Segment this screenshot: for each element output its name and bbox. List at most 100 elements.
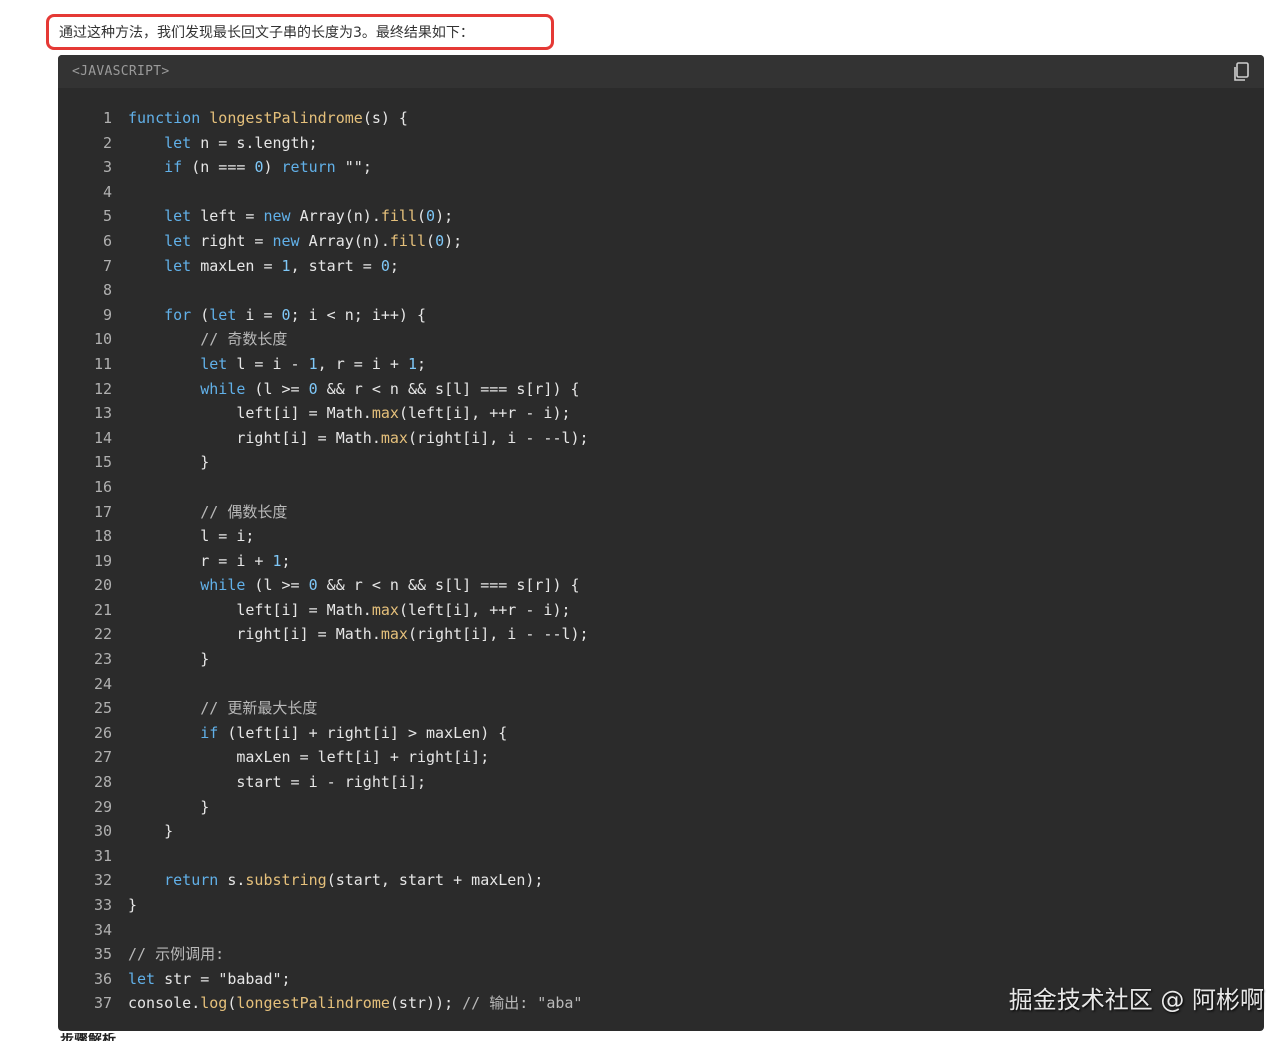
code-block: <JAVASCRIPT> 1 function longestPalindrome… — [58, 55, 1264, 1031]
code-line: 30 } — [58, 819, 1264, 844]
code-line: 3 if (n === 0) return ""; — [58, 155, 1264, 180]
code-line: 18 l = i; — [58, 524, 1264, 549]
code-text: let l = i - 1, r = i + 1; — [200, 354, 427, 373]
code-line: 33} — [58, 893, 1264, 918]
code-text: left[i] = Math.max(left[i], ++r - i); — [128, 600, 571, 619]
line-number: 18 — [93, 527, 112, 546]
line-number: 33 — [93, 896, 112, 914]
code-text: // 偶数长度 — [200, 502, 288, 521]
code-text: // 更新最大长度 — [200, 699, 318, 718]
code-line: 14 right[i] = Math.max(right[i], i - --l… — [58, 426, 1264, 451]
code-line: 32 return s.substring(start, start + max… — [58, 868, 1264, 893]
code-text: let str = "babad"; — [128, 969, 291, 988]
code-text: start = i - right[i]; — [128, 773, 427, 792]
line-number: 34 — [93, 920, 112, 939]
line-number: 22 — [93, 625, 112, 644]
code-text: while (l >= 0 && r < n && s[l] === s[r])… — [200, 576, 580, 595]
line-number: 1 — [102, 109, 112, 127]
code-line: 34 — [58, 918, 1264, 943]
code-text: let n = s.length; — [164, 133, 318, 152]
line-number: 2 — [102, 133, 112, 152]
code-line: 7 let maxLen = 1, start = 0; — [58, 254, 1264, 279]
code-line: 1 function longestPalindrome(s) { — [58, 106, 1264, 131]
line-number: 29 — [93, 797, 112, 816]
code-line: 26 if (left[i] + right[i] > maxLen) { — [58, 721, 1264, 746]
code-line: 16 — [58, 475, 1264, 500]
code-line: 19 r = i + 1; — [58, 549, 1264, 574]
code-text: // 示例调用: — [128, 945, 225, 964]
code-text: } — [128, 797, 210, 816]
code-text: while (l >= 0 && r < n && s[l] === s[r])… — [200, 379, 580, 398]
line-number: 17 — [93, 502, 112, 521]
line-number: 19 — [93, 551, 112, 570]
code-body: 1 function longestPalindrome(s) { 2 let n … — [58, 88, 1264, 1016]
line-number: 6 — [102, 231, 112, 250]
line-number: 9 — [102, 305, 112, 324]
code-line: 25 // 更新最大长度 — [58, 696, 1264, 721]
code-text: let maxLen = 1, start = 0; — [164, 256, 399, 275]
line-number: 37 — [93, 994, 112, 1013]
code-line: 12 while (l >= 0 && r < n && s[l] === s[… — [58, 377, 1264, 402]
code-line: 6 let right = new Array(n).fill(0); — [58, 229, 1264, 254]
code-line: 5 let left = new Array(n).fill(0); — [58, 204, 1264, 229]
code-line: 9 for (let i = 0; i < n; i++) { — [58, 303, 1264, 328]
line-number: 11 — [93, 354, 112, 373]
code-line: 28 start = i - right[i]; — [58, 770, 1264, 795]
code-line: 22 right[i] = Math.max(right[i], i - --l… — [58, 622, 1264, 647]
code-text: let right = new Array(n).fill(0); — [164, 231, 463, 250]
code-line: 8 — [58, 278, 1264, 303]
line-number: 31 — [93, 846, 112, 865]
language-label: <JAVASCRIPT> — [72, 64, 170, 79]
code-line: 21 left[i] = Math.max(left[i], ++r - i); — [58, 598, 1264, 623]
line-number: 12 — [93, 379, 112, 398]
copy-icon[interactable] — [1232, 61, 1250, 82]
code-line: 15 } — [58, 450, 1264, 475]
line-number: 4 — [102, 182, 112, 201]
code-text: right[i] = Math.max(right[i], i - --l); — [128, 428, 589, 447]
next-section-heading: 步骤解析 — [60, 1033, 116, 1041]
code-line: 10 // 奇数长度 — [58, 327, 1264, 352]
code-text: l = i; — [128, 527, 255, 546]
watermark: 掘金技术社区 @ 阿彬啊 — [1008, 986, 1264, 1014]
line-number: 10 — [93, 330, 112, 349]
line-number: 36 — [93, 969, 112, 988]
code-line: 11 let l = i - 1, r = i + 1; — [58, 352, 1264, 377]
code-text: } — [128, 896, 138, 914]
code-line: 29 } — [58, 795, 1264, 820]
code-line: 27 maxLen = left[i] + right[i]; — [58, 745, 1264, 770]
code-header: <JAVASCRIPT> — [58, 55, 1264, 88]
code-text: r = i + 1; — [128, 551, 291, 570]
code-text: } — [128, 453, 210, 472]
line-number: 13 — [93, 404, 112, 423]
line-number: 3 — [102, 158, 112, 177]
line-number: 35 — [93, 945, 112, 964]
line-number: 5 — [102, 207, 112, 226]
line-number: 14 — [93, 428, 112, 447]
line-number: 32 — [93, 871, 112, 890]
code-line: 31 — [58, 844, 1264, 869]
code-text: left[i] = Math.max(left[i], ++r - i); — [128, 404, 571, 423]
code-line: 35 // 示例调用: — [58, 942, 1264, 967]
line-number: 21 — [93, 600, 112, 619]
line-number: 16 — [93, 477, 112, 496]
code-line: 4 — [58, 180, 1264, 205]
code-line: 23 } — [58, 647, 1264, 672]
code-text: right[i] = Math.max(right[i], i - --l); — [128, 625, 589, 644]
code-line: 20 while (l >= 0 && r < n && s[l] === s[… — [58, 573, 1264, 598]
code-text: function longestPalindrome(s) { — [128, 109, 408, 127]
line-number: 24 — [93, 674, 112, 693]
code-line: 17 // 偶数长度 — [58, 500, 1264, 525]
code-line: 13 left[i] = Math.max(left[i], ++r - i); — [58, 401, 1264, 426]
code-text: } — [128, 822, 174, 841]
line-number: 7 — [102, 256, 112, 275]
code-line: 24 — [58, 672, 1264, 697]
code-text: maxLen = left[i] + right[i]; — [128, 748, 490, 767]
code-line: 2 let n = s.length; — [58, 131, 1264, 156]
line-number: 15 — [93, 453, 112, 472]
code-text: } — [128, 650, 210, 669]
code-text: for (let i = 0; i < n; i++) { — [164, 305, 427, 324]
line-number: 30 — [93, 822, 112, 841]
code-text: console.log(longestPalindrome(str)); // … — [128, 994, 583, 1013]
code-text: // 奇数长度 — [200, 330, 288, 349]
code-text: if (left[i] + right[i] > maxLen) { — [200, 723, 508, 742]
